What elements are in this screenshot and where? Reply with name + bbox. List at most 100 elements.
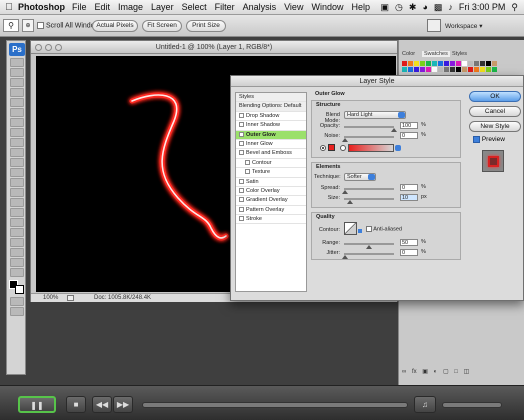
camera-tool-icon[interactable] <box>10 248 24 257</box>
jitter-field[interactable]: 0 <box>400 249 418 256</box>
close-window-icon[interactable] <box>35 44 42 51</box>
dodge-tool-icon[interactable] <box>10 188 24 197</box>
stop-button[interactable]: ■ <box>66 396 86 413</box>
swatch[interactable] <box>402 61 407 66</box>
style-checkbox[interactable] <box>239 187 244 193</box>
preview-option[interactable]: Preview <box>473 136 505 143</box>
swatch[interactable] <box>408 61 413 66</box>
history-brush-tool-icon[interactable] <box>10 148 24 157</box>
menu-edit[interactable]: Edit <box>95 2 111 12</box>
technique-select[interactable]: Softer <box>344 173 376 181</box>
range-slider-knob[interactable] <box>366 245 372 249</box>
link-layers-icon[interactable]: ∞ <box>402 369 406 375</box>
range-field[interactable]: 50 <box>400 239 418 246</box>
path-selection-tool-icon[interactable] <box>10 218 24 227</box>
actual-pixels-button[interactable]: Actual Pixels <box>92 20 138 32</box>
rewind-button[interactable]: ◀◀ <box>92 396 112 413</box>
swatch[interactable] <box>462 67 467 72</box>
anti-aliased-checkbox[interactable] <box>366 226 372 232</box>
style-checkbox[interactable] <box>239 112 244 118</box>
swatch[interactable] <box>480 61 485 66</box>
opacity-slider[interactable] <box>344 126 394 128</box>
swatch[interactable] <box>414 67 419 72</box>
swatch[interactable] <box>468 67 473 72</box>
quick-mask-icon[interactable] <box>10 297 24 306</box>
menu-view[interactable]: View <box>284 2 303 12</box>
style-item-styles[interactable]: Styles <box>236 93 306 103</box>
swatch[interactable] <box>438 61 443 66</box>
glow-gradient-swatch[interactable] <box>348 144 394 152</box>
style-item-blending-options-default[interactable]: Blending Options: Default <box>236 102 306 112</box>
zoom-tool-icon[interactable]: ⚲ <box>3 19 19 32</box>
menu-select[interactable]: Select <box>182 2 207 12</box>
zoom-level[interactable]: 100% <box>43 294 58 303</box>
status-menu-icon[interactable] <box>67 295 74 301</box>
mute-button[interactable]: ♫ <box>414 396 436 413</box>
contour-preview[interactable] <box>344 222 357 235</box>
type-tool-icon[interactable] <box>10 208 24 217</box>
menu-filter[interactable]: Filter <box>215 2 235 12</box>
style-checkbox[interactable] <box>239 131 244 137</box>
swatch[interactable] <box>444 61 449 66</box>
swatch[interactable] <box>402 67 407 72</box>
healing-tool-icon[interactable] <box>10 118 24 127</box>
adjustment-icon[interactable]: ◐ <box>434 369 438 375</box>
style-checkbox[interactable] <box>239 197 244 203</box>
progress-bar[interactable] <box>142 402 408 408</box>
slice-tool-icon[interactable] <box>10 108 24 117</box>
style-item-stroke[interactable]: Stroke <box>236 215 306 225</box>
swatch[interactable] <box>426 61 431 66</box>
hand-tool-icon[interactable] <box>10 258 24 267</box>
jitter-slider[interactable] <box>344 253 394 255</box>
menu-image[interactable]: Image <box>118 2 143 12</box>
color-swatches[interactable] <box>9 280 25 294</box>
brush-tool-icon[interactable] <box>10 128 24 137</box>
swatch[interactable] <box>432 67 437 72</box>
preview-checkbox[interactable] <box>473 136 480 143</box>
photoshop-logo-icon[interactable]: Ps <box>9 43 25 56</box>
anti-aliased-option[interactable]: Anti-aliased <box>366 226 402 232</box>
noise-field[interactable]: 0 <box>400 132 418 139</box>
swatch[interactable] <box>474 61 479 66</box>
volume-icon[interactable]: ♪ <box>448 2 453 12</box>
stamp-tool-icon[interactable] <box>10 138 24 147</box>
size-field[interactable]: 10 <box>400 194 418 201</box>
style-checkbox[interactable] <box>239 178 244 184</box>
volume-slider[interactable] <box>442 402 502 408</box>
menu-window[interactable]: Window <box>311 2 343 12</box>
style-checkbox[interactable] <box>239 122 244 128</box>
zoom-tool-side-icon[interactable] <box>10 268 24 277</box>
swatch[interactable] <box>462 61 467 66</box>
ok-button[interactable]: OK <box>469 91 521 102</box>
swatch[interactable] <box>408 67 413 72</box>
workspace-menu[interactable]: Workspace ▾ <box>445 22 482 30</box>
style-checkbox[interactable] <box>245 159 250 165</box>
clock[interactable]: Fri 3:00 PM <box>459 2 506 12</box>
swatch-grid[interactable] <box>402 61 497 74</box>
pen-tool-icon[interactable] <box>10 198 24 207</box>
bluetooth-icon[interactable]: ✱ <box>409 2 417 13</box>
glow-color-swatch[interactable] <box>328 144 335 151</box>
gradient-tool-icon[interactable] <box>10 168 24 177</box>
print-size-button[interactable]: Print Size <box>186 20 226 32</box>
shape-tool-icon[interactable] <box>10 228 24 237</box>
zoom-window-icon[interactable] <box>55 44 62 51</box>
swatch[interactable] <box>420 61 425 66</box>
forward-button[interactable]: ▶▶ <box>113 396 133 413</box>
panel-toggle-icon[interactable] <box>427 19 441 32</box>
tab-color[interactable]: Color <box>402 51 415 57</box>
menu-file[interactable]: File <box>72 2 87 12</box>
style-item-bevel-and-emboss[interactable]: Bevel and Emboss <box>236 149 306 159</box>
style-checkbox[interactable] <box>239 206 244 212</box>
gradient-radio[interactable] <box>340 145 346 151</box>
new-layer-icon[interactable]: □ <box>454 369 458 375</box>
style-item-satin[interactable]: Satin <box>236 178 306 187</box>
style-item-drop-shadow[interactable]: Drop Shadow <box>236 112 306 122</box>
blend-mode-select[interactable]: Hard Light <box>344 111 406 119</box>
fx-icon[interactable]: fx <box>412 369 417 375</box>
swatch[interactable] <box>444 67 449 72</box>
opacity-field[interactable]: 100 <box>400 122 418 129</box>
blur-tool-icon[interactable] <box>10 178 24 187</box>
wifi-icon[interactable]: ◕ <box>422 2 427 12</box>
style-item-inner-glow[interactable]: Inner Glow <box>236 140 306 150</box>
